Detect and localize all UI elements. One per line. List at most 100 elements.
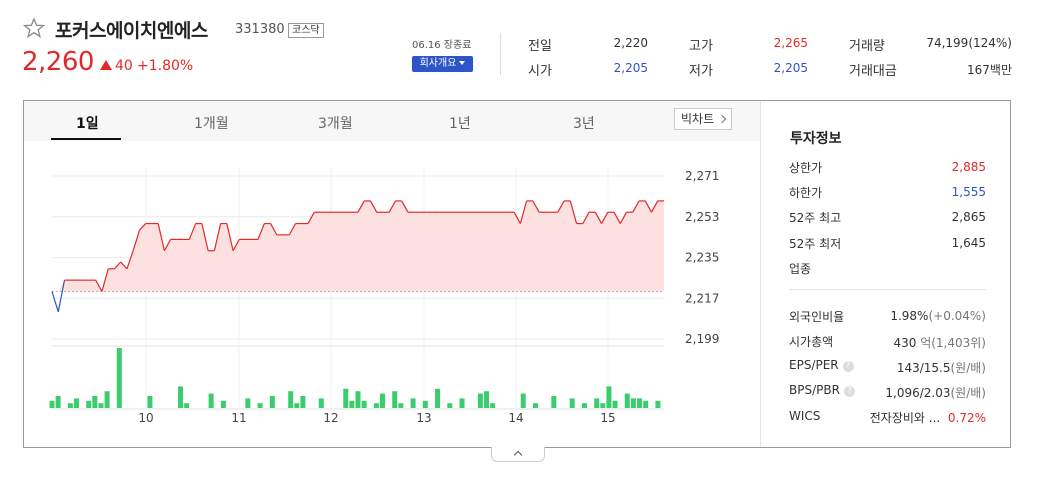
volume-bar xyxy=(490,403,496,408)
tab-1year[interactable]: 1년 xyxy=(449,113,471,133)
52w-high-label: 52주 최고 xyxy=(789,211,842,225)
y-tick-label: 2,253 xyxy=(685,210,719,224)
y-tick-label: 2,271 xyxy=(685,169,719,183)
big-chart-button[interactable]: 빅차트 xyxy=(674,108,732,130)
foreign-ratio-value: 1.98% xyxy=(890,309,929,323)
volume-bar xyxy=(600,403,606,408)
volume-bar xyxy=(349,400,355,408)
chevron-right-icon xyxy=(717,114,727,124)
bps-pbr-label: BPS/PBR xyxy=(789,383,840,397)
price-line-segment xyxy=(57,280,66,312)
help-icon[interactable]: ? xyxy=(843,386,855,397)
high-label: 고가 xyxy=(689,39,713,54)
volume-bar xyxy=(624,393,630,408)
volume-bar xyxy=(410,398,416,408)
wics-industry[interactable]: 전자장비와 ... xyxy=(870,411,940,425)
price-area xyxy=(52,200,664,292)
volume-bar xyxy=(178,386,184,408)
low-label: 저가 xyxy=(689,64,713,79)
volume-bar xyxy=(300,396,306,408)
volume-bar xyxy=(355,391,361,408)
volume-bar xyxy=(373,403,379,408)
open-label: 시가 xyxy=(528,64,552,79)
y-tick-label: 2,199 xyxy=(685,332,719,346)
company-overview-label: 회사개요 xyxy=(419,58,457,69)
volume-bar xyxy=(318,398,324,408)
help-icon[interactable]: ? xyxy=(842,361,854,372)
wics-rate: 0.72% xyxy=(947,411,986,425)
collapse-toggle[interactable] xyxy=(491,447,545,462)
volume-bar xyxy=(637,398,643,408)
volume-bar xyxy=(581,403,587,408)
company-overview-button[interactable]: 회사개요 xyxy=(412,56,473,72)
volume-bar xyxy=(86,400,92,408)
chevron-up-icon xyxy=(513,450,523,460)
investment-separator xyxy=(789,289,986,290)
volume-bar xyxy=(630,398,636,408)
eps-per-label: EPS/PER xyxy=(789,358,839,372)
stock-code: 331380 xyxy=(235,22,285,37)
price-change: 40 xyxy=(100,58,133,74)
wics-label: WICS xyxy=(789,409,821,423)
tab-3years[interactable]: 3년 xyxy=(573,113,595,133)
x-tick-label: 15 xyxy=(600,411,615,425)
volume-bar xyxy=(520,393,526,408)
header-divider xyxy=(500,33,501,75)
volume-bar xyxy=(447,403,453,408)
volume-bar xyxy=(459,398,465,408)
volume-bar xyxy=(532,403,538,408)
eps-per-value: 143/15.5 xyxy=(896,361,951,375)
x-tick-label: 13 xyxy=(416,411,431,425)
52w-high-value: 2,865 xyxy=(951,210,986,224)
volume-bar xyxy=(343,388,349,408)
trade-value-value: 167백만 xyxy=(967,63,1012,77)
y-tick-label: 2,235 xyxy=(685,251,719,265)
volume-bar xyxy=(67,403,73,408)
volume-bar xyxy=(92,396,98,408)
market-cap-rank: 억(1,403위) xyxy=(920,336,986,350)
bps-pbr-unit: (원/배) xyxy=(950,386,987,400)
volume-bar xyxy=(208,393,214,408)
intraday-chart: 2,271 2,253 2,235 2,217 2,199 10 11 12 13 14 15 xyxy=(49,168,719,425)
volume-bar xyxy=(269,396,275,408)
foreign-ratio-change: (+0.04%) xyxy=(928,309,986,323)
volume-bar xyxy=(116,348,122,408)
tab-3months[interactable]: 3개월 xyxy=(318,113,353,133)
volume-bar xyxy=(477,393,483,408)
prev-close-value: 2,220 xyxy=(613,36,648,50)
52w-low-label: 52주 최저 xyxy=(789,237,842,251)
volume-bar xyxy=(606,386,612,408)
industry-label: 업종 xyxy=(789,262,812,276)
favorite-star-icon[interactable] xyxy=(23,17,45,39)
trade-value-label: 거래대금 xyxy=(849,64,897,79)
volume-bars xyxy=(49,348,661,408)
volume-bar xyxy=(245,398,251,408)
y-axis-ticks: 2,271 2,253 2,235 2,217 2,199 xyxy=(685,169,719,346)
eps-per-unit: (원/배) xyxy=(950,361,987,375)
volume-bar xyxy=(379,393,385,408)
volume-bar xyxy=(184,403,190,408)
high-value: 2,265 xyxy=(773,36,808,50)
volume-bar xyxy=(147,396,153,408)
y-tick-label: 2,217 xyxy=(685,291,719,305)
volume-bar xyxy=(104,391,110,408)
open-value: 2,205 xyxy=(613,61,648,75)
current-price: 2,260 xyxy=(22,47,94,77)
price-change-rate: +1.80% xyxy=(137,58,194,74)
volume-bar xyxy=(422,400,428,408)
stock-name: 포커스에이치엔에스 xyxy=(55,20,208,42)
volume-bar xyxy=(49,400,55,408)
big-chart-label: 빅차트 xyxy=(681,112,715,126)
volume-label: 거래량 xyxy=(849,39,885,54)
low-value: 2,205 xyxy=(773,61,808,75)
price-line-segment xyxy=(51,291,59,313)
volume-bar xyxy=(594,398,600,408)
volume-bar xyxy=(435,388,441,408)
up-triangle-icon xyxy=(100,60,112,70)
52w-low-value: 1,645 xyxy=(951,236,986,250)
x-tick-label: 10 xyxy=(138,411,153,425)
volume-bar xyxy=(288,391,294,408)
tab-1day[interactable]: 1일 xyxy=(76,113,99,133)
tab-1month[interactable]: 1개월 xyxy=(194,113,229,133)
x-tick-label: 12 xyxy=(323,411,338,425)
